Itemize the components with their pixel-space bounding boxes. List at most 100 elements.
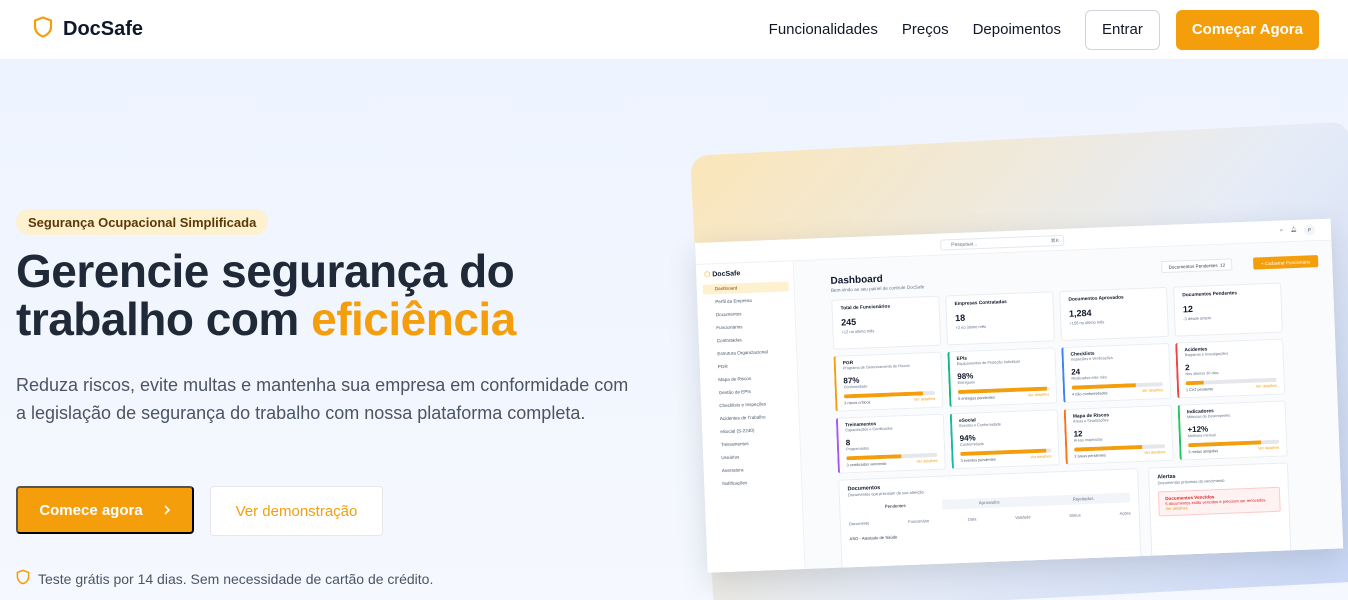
module-details-link: Ver detalhes — [913, 396, 936, 402]
documents-col: Validade — [1015, 514, 1031, 520]
preview-module-card: Mapa de Riscos Áreas e Sinalizações 12 Área… — [1063, 404, 1174, 465]
chevron-right-icon — [163, 502, 171, 519]
preview-module-card: Acidentes Registros e Investigações 2 Nos ú… — [1175, 338, 1286, 399]
stat-sub: +2 no último mês — [955, 323, 987, 331]
preview-sidebar-item: Estrutura Organizacional — [717, 349, 768, 357]
preview-sidebar-item: Usuários — [721, 454, 740, 461]
preview-stat-card: Empresas Contratadas 18 +2 no último mês — [945, 291, 1056, 346]
login-button[interactable]: Entrar — [1084, 9, 1160, 50]
preview-title: Dashboard — [830, 273, 883, 287]
module-progress-fill — [846, 454, 902, 461]
preview-module-card: Treinamentos Capacitações e Certificados 8… — [835, 413, 946, 474]
documents-col: Data — [967, 516, 977, 522]
dashboard-preview: Pesquisar... ⌘K ⌕ 🔔︎ P ⬡ DocSafe Dashboa… — [695, 218, 1344, 573]
alert-item: Documentos Vencidos 5 documentos estão v… — [1157, 486, 1281, 517]
preview-sidebar-item: Assinatura — [721, 467, 744, 474]
preview-stat-card: Total de Funcionários 245 +12 no último … — [831, 295, 942, 350]
module-details-link: Ver detalhes — [916, 458, 938, 464]
documents-col: Funcionário — [908, 518, 930, 525]
preview-avatar: P — [1303, 224, 1316, 236]
documents-tab: Pendentes — [848, 499, 943, 514]
stat-title: Documentos Aprovados — [1068, 295, 1124, 303]
stat-value: 1,284 — [1068, 307, 1092, 319]
hero-title-line1: Gerencie segurança do — [16, 245, 515, 297]
hero-title-accent: eficiência — [311, 293, 516, 345]
stat-title: Empresas Contratadas — [954, 300, 1007, 308]
preview-sidebar-item: Funcionários — [716, 324, 743, 331]
hero-section: Segurança Ocupacional Simplificada Geren… — [0, 60, 1348, 600]
module-details-link: Ver detalhes — [1141, 388, 1164, 393]
preview-new-employee-button: + Cadastrar Funcionário — [1252, 255, 1319, 270]
stat-title: Documentos Pendentes — [1182, 291, 1238, 299]
module-progress-fill — [843, 391, 924, 399]
preview-brand-name: DocSafe — [712, 270, 741, 279]
preview-search-shortcut: ⌘K — [1050, 238, 1060, 245]
preview-sidebar-item: Documentos — [715, 311, 742, 318]
preview-sidebar: ⬡ DocSafe Dashboard Perfil da Empresa Do… — [695, 261, 806, 573]
preview-sidebar-item: Perfil da Empresa — [715, 297, 752, 305]
documents-row: ASO - Atestado de Saúde — [849, 534, 898, 542]
stat-sub: +156 no último mês — [1069, 319, 1105, 326]
module-details-link: Ver detalhes — [1030, 454, 1052, 460]
documents-col: Status — [1069, 512, 1081, 518]
trial-note-text: Teste grátis por 14 dias. Sem necessidad… — [38, 570, 434, 587]
brand-name: DocSafe — [63, 18, 144, 40]
nav-link-depoimentos[interactable]: Depoimentos — [973, 21, 1061, 38]
stat-value: 245 — [840, 316, 857, 328]
nav-links: Funcionalidades Preços Depoimentos Entra… — [769, 9, 1319, 50]
documents-tab: Rejeitados — [1072, 495, 1094, 502]
module-details-link: Ver detalhes — [1255, 383, 1277, 389]
preview-module-card: PGR Programa de Gerenciamento de Riscos 87… — [833, 351, 944, 412]
stat-value: 18 — [954, 312, 966, 324]
stat-value: 12 — [1182, 303, 1194, 315]
preview-stat-card: Documentos Aprovados 1,284 +156 no últim… — [1059, 286, 1169, 342]
preview-module-card: EPIs Equipamentos de Proteção Individual 9… — [947, 347, 1058, 408]
preview-module-card: eSocial Eventos e Conformidade 94% Conformi… — [949, 409, 1060, 470]
stat-title: Total de Funcionários — [840, 304, 891, 312]
preview-pending-label: Documentos Pendentes — [1168, 262, 1218, 270]
documents-tab: Aprovados — [978, 499, 1000, 506]
preview-sidebar-item: Acidentes de Trabalho — [719, 414, 766, 422]
preview-search: Pesquisar... ⌘K — [940, 234, 1065, 251]
module-details-link: Ver detalhes — [1027, 392, 1050, 398]
preview-stat-card: Documentos Pendentes 12 -3 desde ontem — [1173, 282, 1283, 337]
preview-pending-button: Documentos Pendentes 12 — [1161, 258, 1233, 274]
preview-search-icon: ⌕ — [1280, 227, 1284, 234]
hero-description: Reduza riscos, evite multas e mantenha s… — [16, 375, 629, 423]
preview-sidebar-item: eSocial (S-2240) — [720, 427, 755, 435]
trial-note: Teste grátis por 14 dias. Sem necessidad… — [16, 569, 433, 588]
stat-sub: -3 desde ontem — [1183, 315, 1212, 322]
preview-pending-count: 12 — [1220, 262, 1226, 268]
documents-col: Documento — [848, 520, 870, 527]
hero-badge: Segurança Ocupacional Simplificada — [16, 209, 269, 235]
nav-link-funcionalidades[interactable]: Funcionalidades — [769, 21, 878, 38]
preview-sidebar-item: Checklists e Inspeções — [719, 401, 767, 409]
preview-module-card: Indicadores Métricas de Desempenho +12% Mel… — [1177, 400, 1288, 461]
hero-title-line2: trabalho com — [16, 293, 312, 345]
start-now-cta-button[interactable]: Comece agora — [16, 486, 194, 534]
stat-sub: +12 no último mês — [841, 328, 875, 335]
cta-primary-label: Comece agora — [39, 501, 143, 519]
preview-sidebar-item: Dashboard — [702, 281, 789, 295]
start-now-button[interactable]: Começar Agora — [1175, 9, 1319, 50]
documents-columns: Documento Funcionário Data Validade Stat… — [849, 510, 1131, 526]
preview-alerts-panel: Alertas Documentos próximos do venciment… — [1147, 462, 1292, 558]
preview-brand: ⬡ DocSafe — [704, 270, 741, 279]
documents-col: Ações — [1119, 510, 1131, 516]
module-progress-fill — [1185, 380, 1204, 386]
preview-search-placeholder: Pesquisar... — [951, 241, 978, 249]
module-progress-fill — [1188, 440, 1261, 448]
preview-sidebar-item: Treinamentos — [720, 441, 749, 448]
shield-icon — [16, 569, 30, 588]
hero-title: Gerencie segurança do trabalho com efici… — [16, 247, 516, 343]
preview-sidebar-item: Mapa de Riscos — [718, 375, 752, 383]
view-demo-button[interactable]: Ver demonstração — [210, 486, 383, 536]
preview-sidebar-item: PGR — [717, 363, 728, 370]
preview-main: Dashboard Bem-vindo ao seu painel de con… — [793, 240, 1344, 570]
brand[interactable]: DocSafe — [33, 16, 143, 43]
top-navbar: DocSafe Funcionalidades Preços Depoiment… — [0, 0, 1348, 60]
shield-logo-icon — [33, 16, 53, 43]
preview-sidebar-item: Notificações — [722, 480, 748, 487]
nav-link-precos[interactable]: Preços — [902, 21, 949, 38]
module-progress-fill — [1074, 444, 1143, 452]
